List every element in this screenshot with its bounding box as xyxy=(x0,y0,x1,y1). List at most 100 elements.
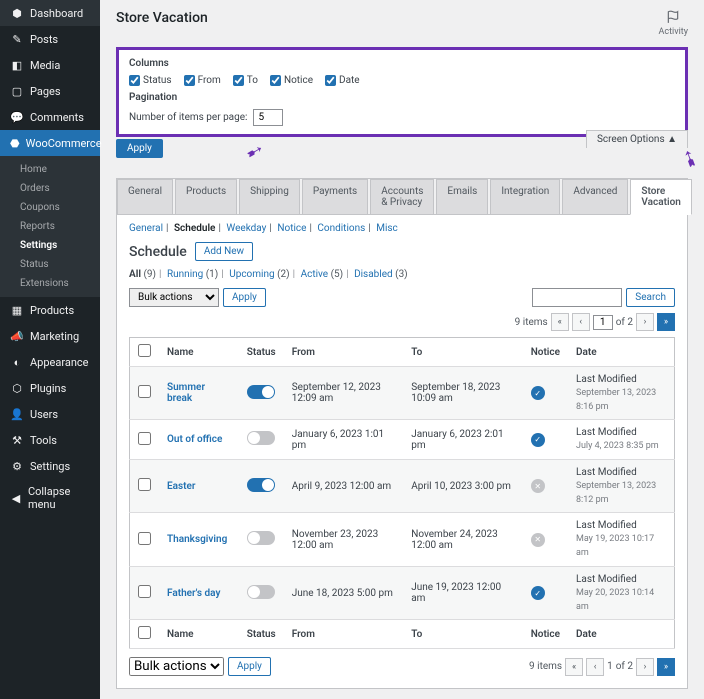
apply-button[interactable]: Apply xyxy=(116,139,163,158)
column-checkbox[interactable] xyxy=(129,75,140,86)
column-checkbox[interactable] xyxy=(270,75,281,86)
pager-next[interactable]: › xyxy=(636,658,654,676)
bulk-actions-select-bottom[interactable]: Bulk actions xyxy=(129,657,224,676)
col-status[interactable]: Status xyxy=(239,338,284,367)
screen-options-tab[interactable]: Screen Options ▲ xyxy=(586,130,688,148)
column-toggle[interactable]: To xyxy=(233,75,258,86)
sidebar-sub-item[interactable]: Settings xyxy=(0,236,100,255)
menu-icon: ◐ xyxy=(10,355,24,369)
select-all-checkbox[interactable] xyxy=(138,344,151,357)
pager-first[interactable]: « xyxy=(565,658,583,676)
row-checkbox[interactable] xyxy=(138,478,151,491)
col-name[interactable]: Name xyxy=(159,338,239,367)
row-name-link[interactable]: Father's day xyxy=(167,588,220,599)
filter-disabled[interactable]: Disabled (3) xyxy=(354,269,408,280)
tab[interactable]: Products xyxy=(175,179,237,214)
row-name-link[interactable]: Summer break xyxy=(167,382,205,404)
status-toggle[interactable] xyxy=(247,531,275,545)
tab[interactable]: Shipping xyxy=(239,179,300,214)
sidebar-item[interactable]: ◐Appearance xyxy=(0,349,100,375)
bulk-apply-button[interactable]: Apply xyxy=(223,288,266,307)
column-toggle[interactable]: From xyxy=(184,75,221,86)
row-checkbox[interactable] xyxy=(138,532,151,545)
row-checkbox[interactable] xyxy=(138,385,151,398)
pager-page-input[interactable] xyxy=(593,315,613,330)
sidebar-item[interactable]: 💬Comments xyxy=(0,104,100,130)
sidebar-item[interactable]: ⬢Dashboard xyxy=(0,0,100,26)
filter-running[interactable]: Running (1) xyxy=(167,269,218,280)
sidebar-sub-item[interactable]: Reports xyxy=(0,217,100,236)
column-checkbox[interactable] xyxy=(184,75,195,86)
row-name-link[interactable]: Out of office xyxy=(167,434,222,445)
tab[interactable]: Store Vacation xyxy=(630,179,691,215)
filter-active[interactable]: Active (5) xyxy=(301,269,344,280)
sidebar-item[interactable]: ▢Pages xyxy=(0,78,100,104)
status-toggle[interactable] xyxy=(247,478,275,492)
status-toggle[interactable] xyxy=(247,385,275,399)
columns-heading: Columns xyxy=(129,58,675,69)
row-name-link[interactable]: Easter xyxy=(167,481,196,492)
tab[interactable]: Advanced xyxy=(562,179,628,214)
bulk-apply-button-bottom[interactable]: Apply xyxy=(228,657,271,676)
sidebar-sub-item[interactable]: Extensions xyxy=(0,274,100,293)
row-checkbox[interactable] xyxy=(138,432,151,445)
row-checkbox[interactable] xyxy=(138,585,151,598)
sidebar-item[interactable]: 👤Users xyxy=(0,401,100,427)
subtab-conditions[interactable]: Conditions xyxy=(317,223,365,234)
filter-all[interactable]: All (9) xyxy=(129,269,156,280)
sidebar-item[interactable]: 📣Marketing xyxy=(0,323,100,349)
sidebar-item[interactable]: ✎Posts xyxy=(0,26,100,52)
subtab-weekday[interactable]: Weekday xyxy=(226,223,266,234)
tab[interactable]: General xyxy=(117,179,173,214)
sidebar-item[interactable]: ◧Media xyxy=(0,52,100,78)
status-toggle[interactable] xyxy=(247,585,275,599)
collapse-menu[interactable]: ◀Collapse menu xyxy=(0,479,100,517)
sidebar-item[interactable]: ⬡Plugins xyxy=(0,375,100,401)
check-icon: ✓ xyxy=(531,433,545,447)
pager-last[interactable]: » xyxy=(657,313,675,331)
col-date[interactable]: Date xyxy=(568,338,675,367)
subtab-misc[interactable]: Misc xyxy=(376,223,398,234)
col-from[interactable]: From xyxy=(284,338,404,367)
sidebar-sub-item[interactable]: Orders xyxy=(0,179,100,198)
sidebar-sub-item[interactable]: Status xyxy=(0,255,100,274)
menu-icon: 💬 xyxy=(10,110,24,124)
select-all-checkbox-bottom[interactable] xyxy=(138,626,151,639)
column-checkbox[interactable] xyxy=(325,75,336,86)
column-toggle[interactable]: Date xyxy=(325,75,360,86)
sidebar-sub-item[interactable]: Coupons xyxy=(0,198,100,217)
filter-upcoming[interactable]: Upcoming (2) xyxy=(229,269,289,280)
column-toggle[interactable]: Status xyxy=(129,75,172,86)
search-button[interactable]: Search xyxy=(626,288,675,307)
add-new-button[interactable]: Add New xyxy=(195,242,253,261)
sidebar-item-woocommerce[interactable]: ⬣WooCommerce xyxy=(0,130,100,156)
sidebar-item[interactable]: ⚙Settings xyxy=(0,453,100,479)
col-to[interactable]: To xyxy=(403,338,523,367)
col-notice[interactable]: Notice xyxy=(523,338,568,367)
items-per-page-input[interactable] xyxy=(253,109,283,126)
tab[interactable]: Integration xyxy=(490,179,560,214)
tab[interactable]: Payments xyxy=(302,179,368,214)
sidebar-sub-item[interactable]: Home xyxy=(0,160,100,179)
bulk-actions-select[interactable]: Bulk actions xyxy=(129,288,219,307)
date-cell: Last ModifiedJuly 4, 2023 8:35 pm xyxy=(568,420,675,460)
row-name-link[interactable]: Thanksgiving xyxy=(167,534,227,545)
subtab-notice[interactable]: Notice xyxy=(277,223,306,234)
sidebar-item[interactable]: ⚒Tools xyxy=(0,427,100,453)
column-toggle[interactable]: Notice xyxy=(270,75,313,86)
tab[interactable]: Accounts & Privacy xyxy=(370,179,434,214)
pager-next[interactable]: › xyxy=(636,313,654,331)
pager-prev[interactable]: ‹ xyxy=(586,658,604,676)
pager-first[interactable]: « xyxy=(551,313,569,331)
search-input[interactable] xyxy=(532,288,622,307)
pager-prev[interactable]: ‹ xyxy=(572,313,590,331)
status-toggle[interactable] xyxy=(247,431,275,445)
sidebar-item[interactable]: ▦Products xyxy=(0,297,100,323)
subtab-general[interactable]: General xyxy=(129,223,163,234)
pager-last[interactable]: » xyxy=(657,658,675,676)
tab[interactable]: Emails xyxy=(436,179,488,214)
subtab-schedule[interactable]: Schedule xyxy=(174,223,215,234)
activity-link[interactable]: Activity xyxy=(659,10,688,37)
annotation-arrow-icon: ➸ xyxy=(241,136,268,165)
column-checkbox[interactable] xyxy=(233,75,244,86)
